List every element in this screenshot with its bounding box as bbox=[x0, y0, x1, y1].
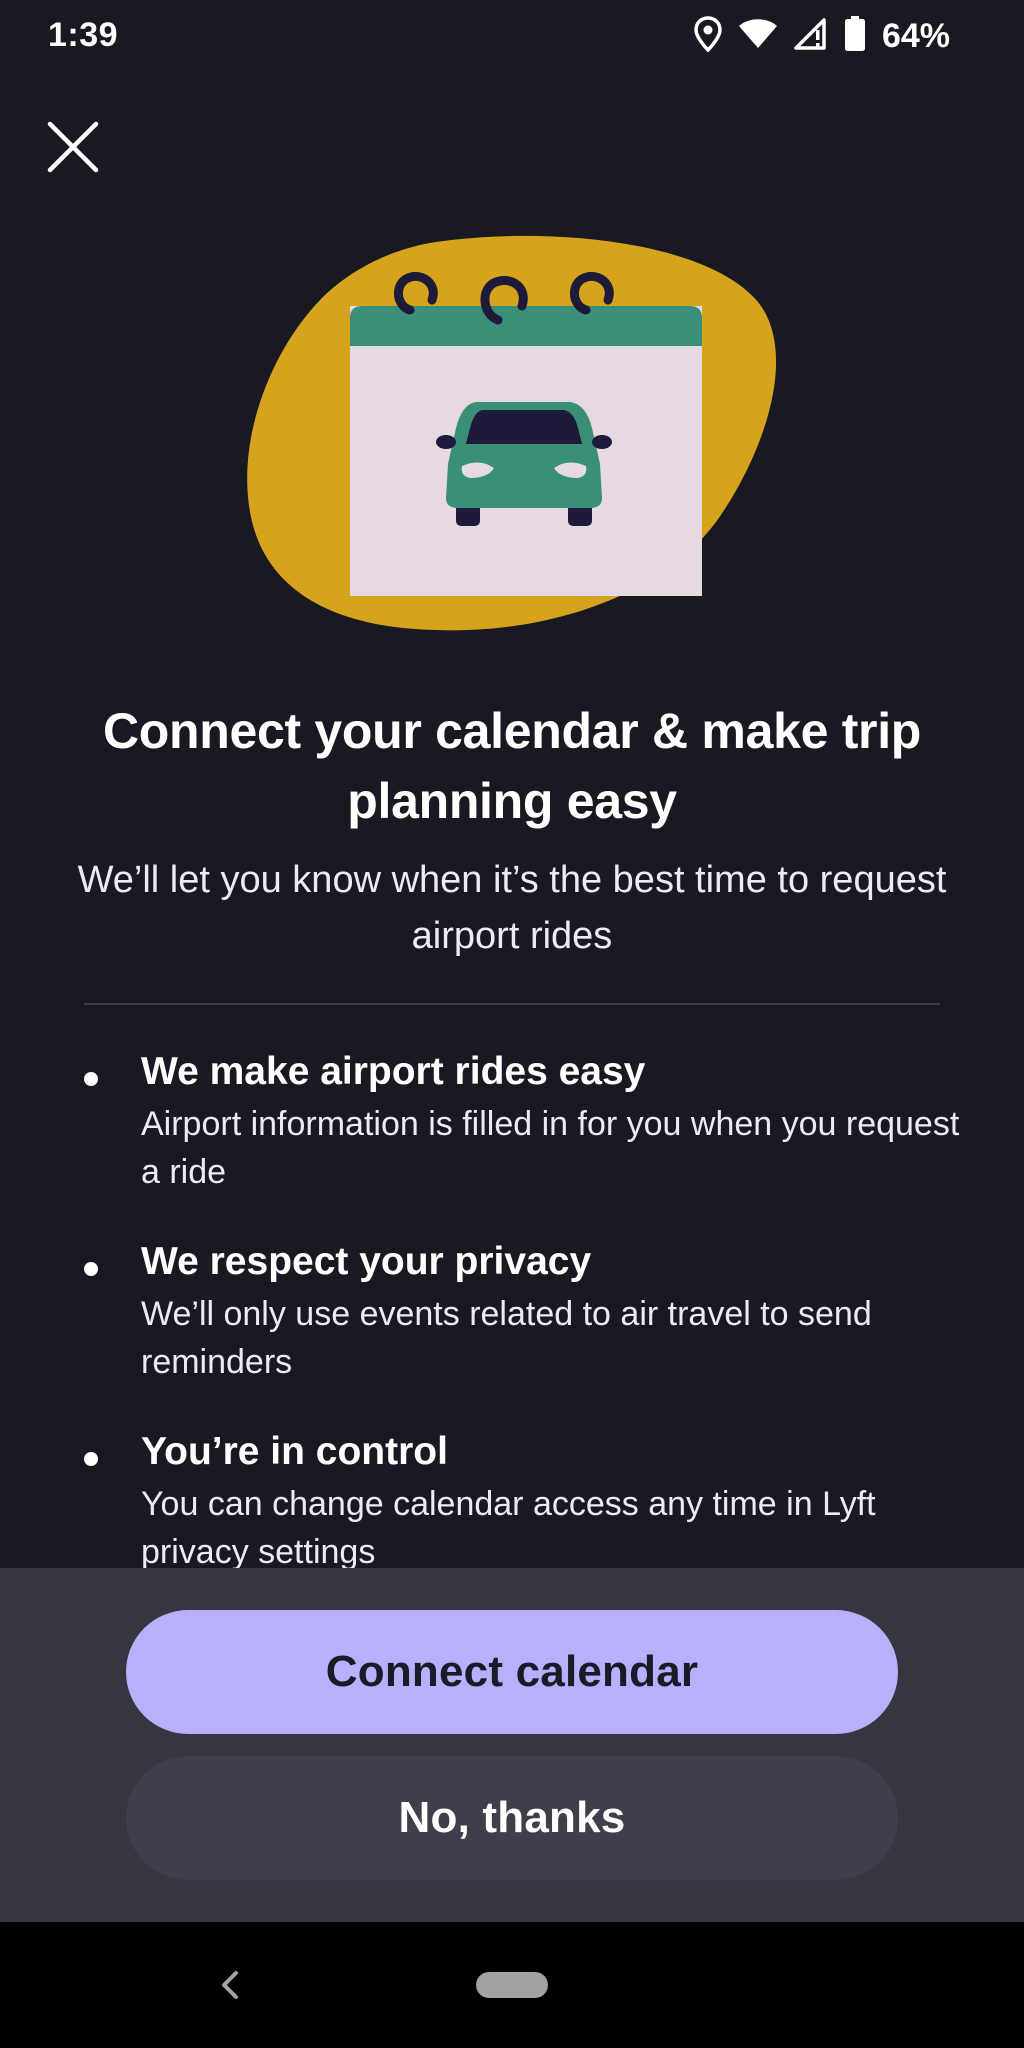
home-pill-icon[interactable] bbox=[476, 1972, 548, 1998]
close-icon bbox=[47, 121, 99, 173]
system-nav-bar bbox=[0, 1922, 1024, 2048]
benefit-description: Airport information is filled in for you… bbox=[141, 1105, 960, 1191]
cell-signal-icon bbox=[794, 17, 828, 55]
wifi-icon bbox=[738, 18, 778, 55]
location-icon bbox=[694, 15, 722, 57]
divider bbox=[84, 1003, 940, 1005]
close-button[interactable] bbox=[38, 112, 108, 182]
benefit-title: We respect your privacy bbox=[141, 1240, 592, 1283]
page-subtitle: We’ll let you know when it’s the best ti… bbox=[77, 859, 947, 957]
benefit-description: We’ll only use events related to air tra… bbox=[141, 1295, 872, 1381]
status-time: 1:39 bbox=[48, 16, 119, 54]
bullet-icon bbox=[84, 1072, 98, 1086]
status-bar: 1:39 64% bbox=[0, 0, 1024, 74]
back-icon bbox=[222, 1971, 238, 1999]
calendar-car-illustration bbox=[246, 232, 778, 638]
benefits-list: We make airport rides easy Airport infor… bbox=[0, 1044, 1024, 1568]
car-icon bbox=[436, 402, 612, 526]
benefit-title: You’re in control bbox=[141, 1430, 448, 1473]
status-icons: 64% bbox=[694, 14, 950, 58]
back-button[interactable] bbox=[210, 1960, 250, 2010]
no-thanks-button[interactable]: No, thanks bbox=[126, 1756, 898, 1880]
benefit-title: We make airport rides easy bbox=[141, 1050, 646, 1093]
action-sheet: Connect calendar No, thanks bbox=[0, 1568, 1024, 1922]
calendar-connect-screen: 1:39 64% Connect your calendar & make tr… bbox=[0, 0, 1024, 2048]
connect-calendar-button[interactable]: Connect calendar bbox=[126, 1610, 898, 1734]
page-title: Connect your calendar & make trip planni… bbox=[102, 703, 922, 829]
bullet-icon bbox=[84, 1262, 98, 1276]
benefit-description: You can change calendar access any time … bbox=[141, 1485, 876, 1568]
battery-icon bbox=[844, 15, 866, 57]
bullet-icon bbox=[84, 1452, 98, 1466]
battery-percent: 64% bbox=[881, 16, 950, 55]
